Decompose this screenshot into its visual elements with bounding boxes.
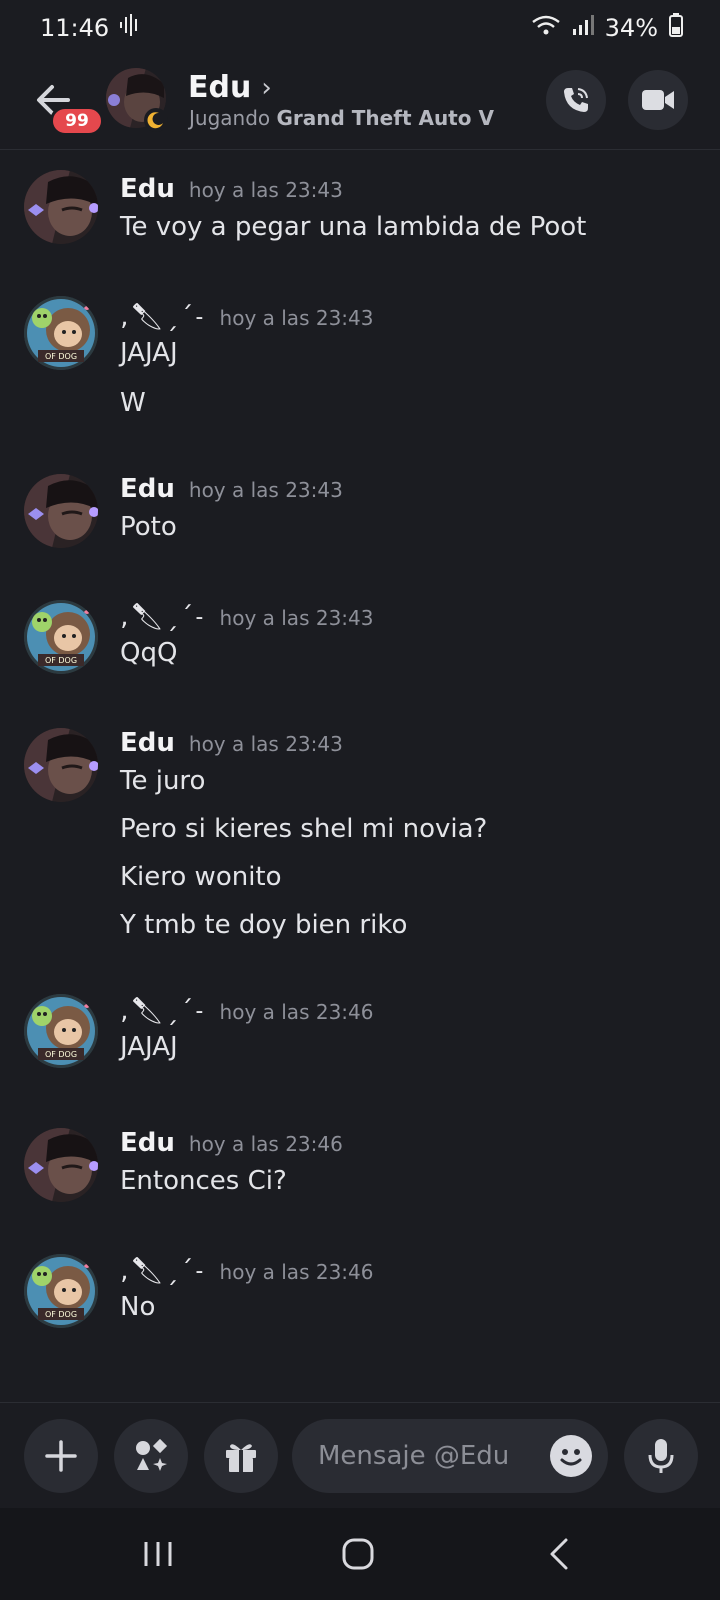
message-text[interactable]: Kiero wonito — [120, 862, 282, 892]
avatar[interactable] — [24, 1128, 98, 1202]
avatar[interactable]: OF DOG — [24, 296, 98, 370]
message-author[interactable]: Edu — [120, 1128, 175, 1158]
message-header: ‚🔪︎ˏˊ˗ hoy a las 23:43 — [120, 302, 373, 332]
message-header: Edu hoy a las 23:46 — [120, 1128, 343, 1158]
apps-shapes-icon — [136, 1438, 168, 1471]
message-author[interactable]: ‚🔪︎ˏˊ˗ — [120, 602, 206, 632]
avatar-dog-text: OF DOG — [45, 1310, 77, 1319]
avatar[interactable] — [24, 170, 98, 244]
message-author[interactable]: Edu — [120, 174, 175, 204]
avatar[interactable] — [24, 474, 98, 548]
signal-icon — [571, 14, 595, 42]
message-timestamp: hoy a las 23:46 — [188, 1132, 343, 1156]
message-header: Edu hoy a las 23:43 — [120, 174, 343, 204]
home-button[interactable] — [338, 1534, 378, 1574]
avatar-dog-text: OF DOG — [45, 656, 77, 665]
message-timestamp: hoy a las 23:46 — [219, 1000, 374, 1024]
plus-icon — [45, 1440, 77, 1472]
header-username[interactable]: Edu › — [188, 70, 272, 105]
apps-button[interactable] — [114, 1419, 188, 1493]
video-call-button[interactable] — [628, 70, 688, 130]
message-author[interactable]: ‚🔪︎ˏˊ˗ — [120, 1256, 206, 1286]
message-text[interactable]: Te voy a pegar una lambida de Poot — [120, 212, 586, 242]
message-timestamp: hoy a las 23:43 — [188, 732, 343, 756]
video-camera-icon — [642, 90, 674, 110]
message-text[interactable]: JAJAJ — [120, 1032, 178, 1062]
gift-button[interactable] — [204, 1419, 278, 1493]
message-input-placeholder: Mensaje @Edu — [318, 1441, 510, 1471]
gift-icon — [226, 1444, 256, 1472]
chevron-left-icon — [550, 1538, 568, 1570]
add-attachment-button[interactable] — [24, 1419, 98, 1493]
emoji-button[interactable] — [550, 1435, 592, 1477]
avatar-dog-text: OF DOG — [45, 352, 77, 361]
message-timestamp: hoy a las 23:43 — [219, 606, 374, 630]
message-author[interactable]: ‚🔪︎ˏˊ˗ — [120, 302, 206, 332]
message-timestamp: hoy a las 23:46 — [219, 1260, 374, 1284]
header-activity: Jugando Grand Theft Auto V — [189, 106, 494, 130]
microphone-icon — [648, 1439, 674, 1473]
voice-call-button[interactable] — [546, 70, 606, 130]
message-header: ‚🔪︎ˏˊ˗ hoy a las 23:46 — [120, 996, 373, 1026]
message-text[interactable]: Poto — [120, 512, 177, 542]
activity-game: Grand Theft Auto V — [276, 106, 494, 130]
audio-wave-icon — [119, 13, 141, 43]
system-back-button[interactable] — [540, 1534, 580, 1574]
message-author[interactable]: ‚🔪︎ˏˊ˗ — [120, 996, 206, 1026]
message-text[interactable]: Pero si kieres shel mi novia? — [120, 814, 487, 844]
message-header: ‚🔪︎ˏˊ˗ hoy a las 23:46 — [120, 1256, 373, 1286]
avatar-dog-text: OF DOG — [45, 1050, 77, 1059]
message-text[interactable]: No — [120, 1292, 155, 1322]
message-text[interactable]: Te juro — [120, 766, 205, 796]
message-header: Edu hoy a las 23:43 — [120, 474, 343, 504]
recent-apps-button[interactable] — [138, 1534, 178, 1574]
message-text[interactable]: JAJAJ — [120, 338, 178, 368]
message-header: ‚🔪︎ˏˊ˗ hoy a las 23:43 — [120, 602, 373, 632]
recent-apps-icon — [144, 1542, 172, 1566]
voice-message-button[interactable] — [624, 1419, 698, 1493]
battery-icon — [668, 13, 684, 43]
chevron-right-icon: › — [261, 72, 272, 103]
message-header: Edu hoy a las 23:43 — [120, 728, 343, 758]
message-timestamp: hoy a las 23:43 — [188, 478, 343, 502]
system-nav-bar — [0, 1508, 720, 1600]
unread-badge: 99 — [50, 106, 104, 136]
message-text[interactable]: W — [120, 388, 146, 418]
message-text[interactable]: QqQ — [120, 638, 177, 668]
home-icon — [342, 1538, 374, 1570]
message-author[interactable]: Edu — [120, 728, 175, 758]
avatar[interactable]: OF DOG — [24, 994, 98, 1068]
message-timestamp: hoy a las 23:43 — [219, 306, 374, 330]
message-composer: Mensaje @Edu — [0, 1402, 720, 1508]
message-author[interactable]: Edu — [120, 474, 175, 504]
chat-header: 99 Edu › Jugando Grand Theft Auto V — [0, 56, 720, 150]
header-name-text: Edu — [188, 70, 252, 105]
message-input[interactable]: Mensaje @Edu — [292, 1419, 608, 1493]
message-text[interactable]: Y tmb te doy bien riko — [120, 910, 407, 940]
phone-icon — [564, 88, 588, 112]
moon-status-icon — [144, 108, 168, 132]
wifi-icon — [531, 14, 561, 42]
message-text[interactable]: Entonces Ci? — [120, 1166, 287, 1196]
battery-text: 34% — [604, 14, 658, 42]
avatar[interactable]: OF DOG — [24, 1254, 98, 1328]
message-timestamp: hoy a las 23:43 — [188, 178, 343, 202]
smile-icon — [560, 1449, 582, 1466]
status-time: 11:46 — [40, 14, 110, 42]
status-bar: 11:46 34% — [0, 0, 720, 56]
activity-prefix: Jugando — [189, 106, 271, 130]
avatar[interactable]: OF DOG — [24, 600, 98, 674]
avatar[interactable] — [24, 728, 98, 802]
